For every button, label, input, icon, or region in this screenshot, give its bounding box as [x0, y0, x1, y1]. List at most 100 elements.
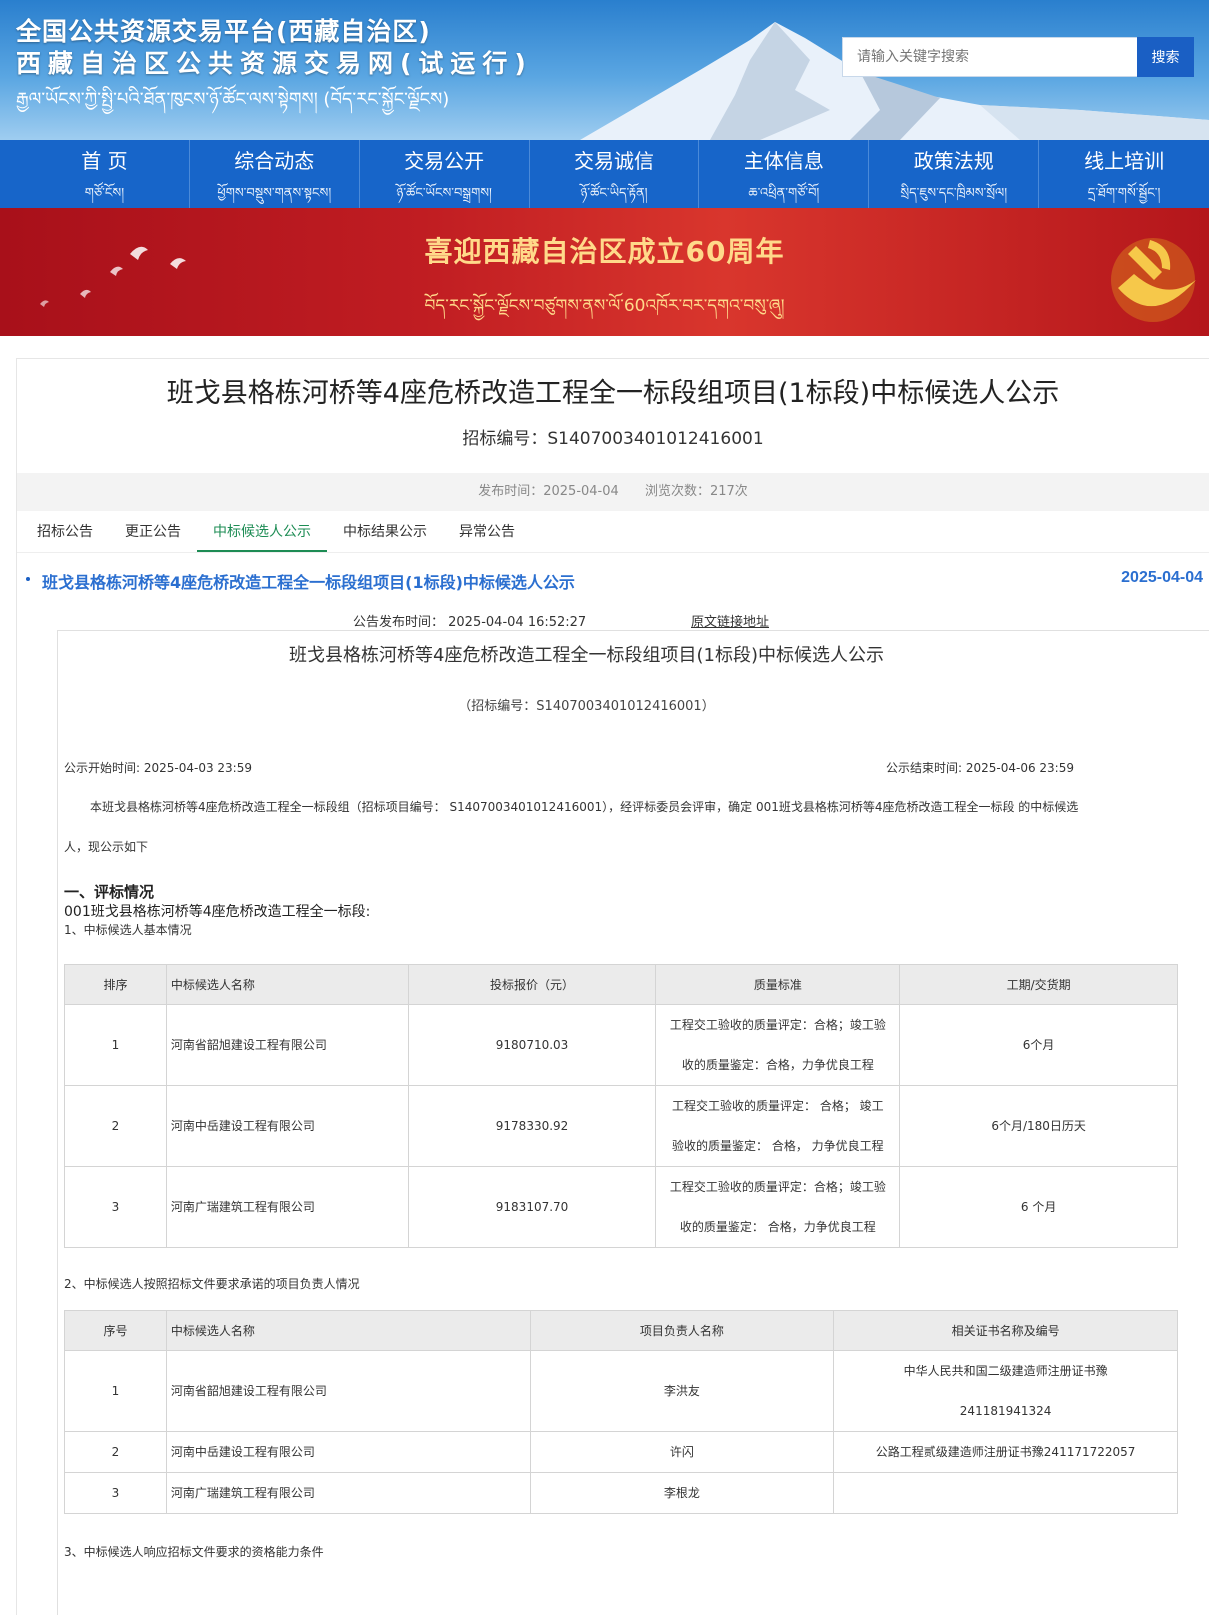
tab-abnormal-notice[interactable]: 异常公告 — [443, 511, 531, 552]
party-emblem-icon — [1111, 238, 1196, 322]
certificate-cell: 中华人民共和国二级建造师注册证书豫 241181941324 — [833, 1350, 1178, 1432]
period-cell: 6个月 — [899, 1004, 1178, 1086]
bid-price-cell: 9178330.92 — [407, 1085, 657, 1167]
site-title: 全国公共资源交易平台(西藏自治区) — [16, 17, 431, 46]
candidate-name-cell: 河南中岳建设工程有限公司 — [165, 1431, 531, 1473]
announcement-publish-time: 公告发布时间： 2025-04-04 16:52:27 — [353, 615, 587, 630]
table-row: 2 河南中岳建设工程有限公司 许闪 公路工程贰级建造师注册证书豫24117172… — [64, 1431, 1178, 1473]
certificate-line: 241181941324 — [959, 1404, 1052, 1418]
announcement-document: 班戈县格栋河桥等4座危桥改造工程全一标段组项目(1标段)中标候选人公示 （招标编… — [57, 630, 1209, 1615]
nav-label: 主体信息 — [743, 149, 824, 173]
nav-label: 综合动态 — [234, 149, 315, 173]
bullet-icon — [26, 577, 30, 581]
candidate-name-cell: 河南省韶旭建设工程有限公司 — [165, 1350, 531, 1432]
tab-correction-notice[interactable]: 更正公告 — [109, 511, 197, 552]
candidate-name-cell: 河南省韶旭建设工程有限公司 — [165, 1004, 409, 1086]
section-item: 3、中标候选人响应招标文件要求的资格能力条件 — [64, 1545, 324, 1559]
nav-label: 首 页 — [81, 149, 128, 173]
view-count: 浏览次数：217次 — [644, 484, 748, 499]
nav-item-news[interactable]: 综合动态 ཕྱོགས་བསྡུས་གནས་སྟངས། — [190, 140, 360, 208]
banner-subtitle-tibetan: བོད་རང་སྐྱོང་ལྗོངས་བཙུགས་ནས་ལོ་60འཁོར་བར… — [424, 296, 785, 316]
number-cell: 3 — [64, 1472, 167, 1514]
period-cell: 6 个月 — [899, 1166, 1178, 1248]
table-header: 工期/交货期 — [899, 964, 1178, 1005]
certificate-cell: 公路工程贰级建造师注册证书豫241171722057 — [833, 1431, 1178, 1473]
table-header: 排序 — [64, 964, 167, 1005]
tab-result-notice[interactable]: 中标结果公示 — [327, 511, 443, 552]
rank-cell: 2 — [64, 1085, 167, 1167]
nav-item-trade-public[interactable]: 交易公开 ཉོ་ཚོང་ཡོངས་བསྒྲགས། — [360, 140, 530, 208]
bid-price-cell: 9183107.70 — [407, 1166, 657, 1248]
source-link[interactable]: 原文链接地址 — [691, 611, 769, 630]
nav-item-training[interactable]: 线上培训 དྲ་ཐོག་གསོ་སྦྱོང་། — [1039, 140, 1209, 208]
content-panel: 班戈县格栋河桥等4座危桥改造工程全一标段组项目(1标段)中标候选人公示 招标编号… — [16, 358, 1209, 1615]
table-header: 质量标准 — [655, 964, 901, 1005]
manager-cell: 李洪友 — [529, 1350, 835, 1432]
search-button[interactable]: 搜索 — [1137, 37, 1194, 77]
quality-line: 工程交工验收的质量评定： 合格； 竣工 — [672, 1099, 884, 1113]
page-title: 班戈县格栋河桥等4座危桥改造工程全一标段组项目(1标段)中标候选人公示 — [166, 378, 1060, 409]
quality-cell: 工程交工验收的质量评定：合格；竣工验 收的质量鉴定：合格，力争优良工程 — [655, 1004, 901, 1086]
table-row: 3 河南广瑞建筑工程有限公司 李根龙 — [64, 1472, 1178, 1514]
manager-cell: 许闪 — [529, 1431, 835, 1473]
site-title-tibetan: རྒྱལ་ཡོངས་ཀྱི་སྤྱི་པའི་ཐོན་ཁུངས་ཉོ་ཚོང་ལ… — [16, 89, 450, 110]
table-header: 中标候选人名称 — [165, 964, 409, 1005]
doc-code: （招标编号：S1407003401012416001） — [458, 699, 715, 714]
number-cell: 2 — [64, 1431, 167, 1473]
rank-cell: 3 — [64, 1166, 167, 1248]
anniversary-banner: 喜迎西藏自治区成立60周年 བོད་རང་སྐྱོང་ལྗོངས་བཙུགས་ན… — [0, 208, 1209, 336]
quality-line: 验收的质量鉴定： 合格， 力争优良工程 — [672, 1139, 884, 1153]
nav-label: 线上培训 — [1084, 149, 1165, 173]
period-cell: 6个月/180日历天 — [899, 1085, 1178, 1167]
notice-end-time: 公示结束时间: 2025-04-06 23:59 — [886, 761, 1074, 775]
tab-bar: 招标公告 更正公告 中标候选人公示 中标结果公示 异常公告 — [17, 511, 1209, 553]
certificate-cell — [833, 1472, 1178, 1514]
table-header: 相关证书名称及编号 — [833, 1310, 1178, 1351]
nav-item-entity-info[interactable]: 主体信息 ཆ་འཕྲིན་གཙོ་བོ། — [699, 140, 870, 208]
table-row: 3 河南广瑞建筑工程有限公司 9183107.70 工程交工验收的质量评定：合格… — [64, 1166, 1178, 1248]
intro-line: 本班戈县格栋河桥等4座危桥改造工程全一标段组（招标项目编号： S14070034… — [90, 800, 1079, 814]
candidate-name-cell: 河南广瑞建筑工程有限公司 — [165, 1166, 409, 1248]
search-input[interactable] — [842, 37, 1137, 77]
rank-cell: 1 — [64, 1004, 167, 1086]
candidate-name-cell: 河南广瑞建筑工程有限公司 — [165, 1472, 531, 1514]
notice-start-time: 公示开始时间: 2025-04-03 23:59 — [64, 761, 252, 775]
tender-code: 招标编号：S1407003401012416001 — [462, 429, 764, 449]
banner-title: 喜迎西藏自治区成立60周年 — [424, 235, 785, 268]
tab-candidate-notice[interactable]: 中标候选人公示 — [197, 511, 327, 552]
nav-label: 交易公开 — [404, 149, 485, 173]
table-header-row: 排序 中标候选人名称 投标报价（元） 质量标准 工期/交货期 — [64, 964, 1178, 1005]
announcement-title-link[interactable]: 班戈县格栋河桥等4座危桥改造工程全一标段组项目(1标段)中标候选人公示 — [42, 569, 575, 593]
candidates-table: 排序 中标候选人名称 投标报价（元） 质量标准 工期/交货期 1 河南省韶旭建设… — [64, 964, 1178, 1248]
nav-item-home[interactable]: 首 页 གཙོ་ངོས། — [20, 140, 190, 208]
site-subtitle: 西藏自治区公共资源交易网(试运行) — [16, 49, 533, 78]
quality-line: 收的质量鉴定： 合格，力争优良工程 — [679, 1220, 876, 1234]
nav-item-trade-credit[interactable]: 交易诚信 ཉོ་ཚོང་ཡིད་རྟོན། — [530, 140, 700, 208]
certificate-line: 中华人民共和国二级建造师注册证书豫 — [903, 1364, 1108, 1378]
table-row: 2 河南中岳建设工程有限公司 9178330.92 工程交工验收的质量评定： 合… — [64, 1085, 1178, 1167]
quality-cell: 工程交工验收的质量评定：合格；竣工验 收的质量鉴定： 合格，力争优良工程 — [655, 1166, 901, 1248]
announcement-row: 班戈县格栋河桥等4座危桥改造工程全一标段组项目(1标段)中标候选人公示 2025… — [17, 553, 1209, 607]
quality-line: 工程交工验收的质量评定：合格；竣工验 — [669, 1018, 886, 1032]
candidate-name-cell: 河南中岳建设工程有限公司 — [165, 1085, 409, 1167]
nav-label: 交易诚信 — [574, 149, 654, 173]
site-header: 全国公共资源交易平台(西藏自治区) 西藏自治区公共资源交易网(试运行) རྒྱལ… — [0, 0, 1209, 140]
table-header: 投标报价（元） — [407, 964, 657, 1005]
nav-item-policy[interactable]: 政策法规 སྲིད་ཇུས་དང་ཁྲིམས་སྲོལ། — [869, 140, 1040, 208]
section-subtitle: 001班戈县格栋河桥等4座危桥改造工程全一标段: — [64, 904, 371, 920]
table-header: 项目负责人名称 — [529, 1310, 835, 1351]
tab-tender-notice[interactable]: 招标公告 — [21, 511, 109, 552]
doc-title: 班戈县格栋河桥等4座危桥改造工程全一标段组项目(1标段)中标候选人公示 — [289, 645, 884, 666]
search-bar: 搜索 — [842, 37, 1194, 77]
intro-paragraph: 本班戈县格栋河桥等4座危桥改造工程全一标段组（招标项目编号： S14070034… — [64, 787, 1144, 867]
nav-label: 政策法规 — [913, 149, 994, 173]
main-nav: 首 页 གཙོ་ངོས། 综合动态 ཕྱོགས་བསྡུས་གནས་སྟངས། … — [0, 140, 1209, 208]
table-row: 1 河南省韶旭建设工程有限公司 9180710.03 工程交工验收的质量评定：合… — [64, 1004, 1178, 1086]
table-header: 中标候选人名称 — [165, 1310, 531, 1351]
quality-cell: 工程交工验收的质量评定： 合格； 竣工 验收的质量鉴定： 合格， 力争优良工程 — [655, 1085, 901, 1167]
intro-line: 人，现公示如下 — [64, 840, 149, 854]
announcement-date: 2025-04-04 — [1121, 569, 1203, 586]
section-item: 1、中标候选人基本情况 — [64, 923, 192, 937]
table-row: 1 河南省韶旭建设工程有限公司 李洪友 中华人民共和国二级建造师注册证书豫 241… — [64, 1350, 1178, 1432]
meta-bar: 发布时间：2025-04-04 浏览次数：217次 — [17, 473, 1209, 511]
